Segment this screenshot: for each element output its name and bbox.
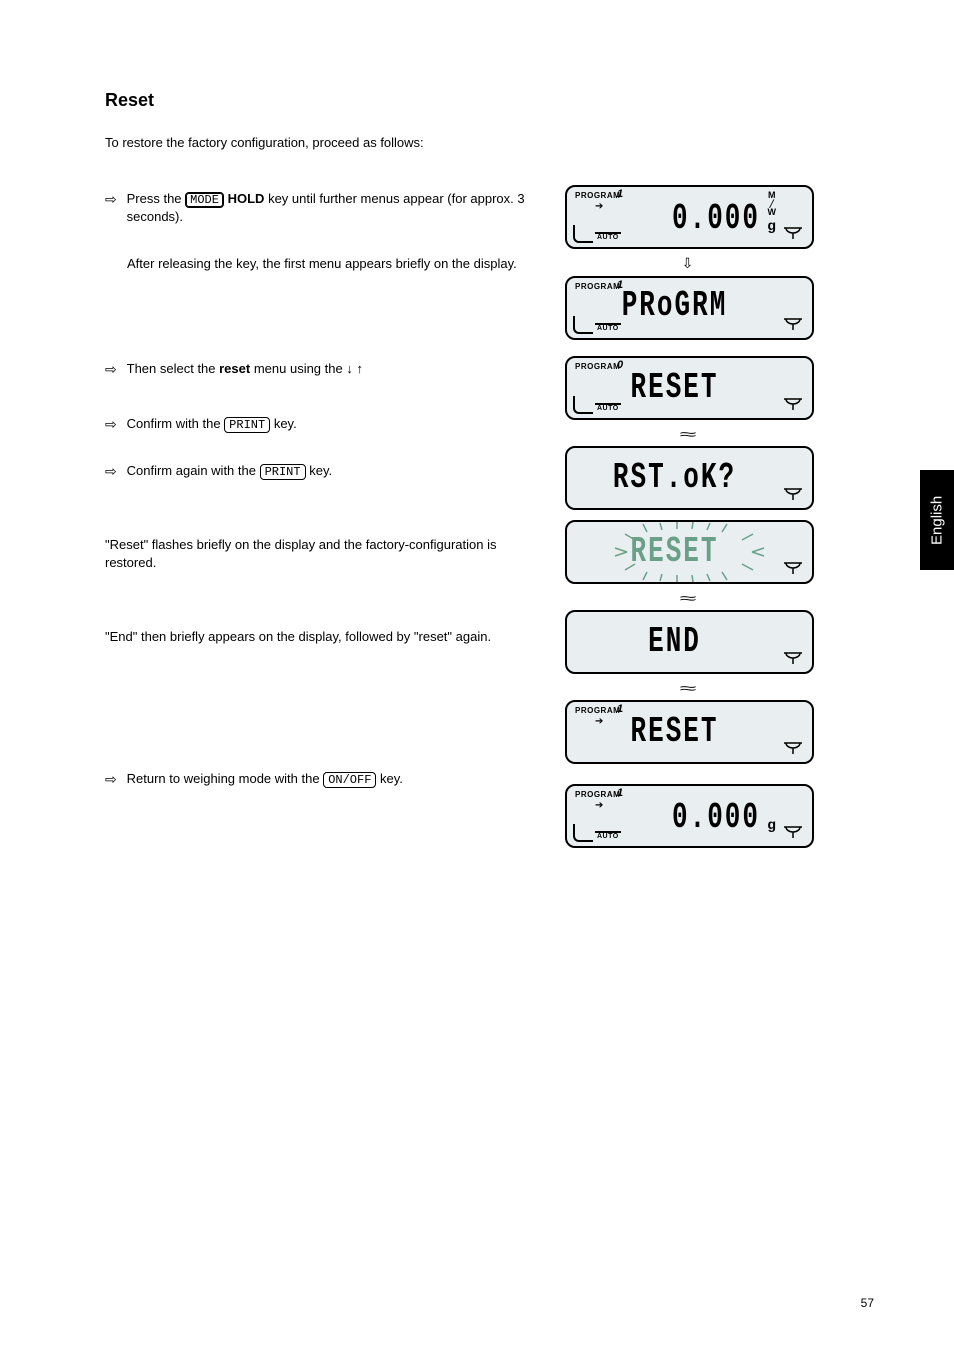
lcd-screen-progrm: PROGRAM 1 AUTO PRoGRM [565, 276, 814, 340]
step-d: ⇨ Confirm again with the PRINT key. [105, 462, 537, 481]
step-a-pre: Press the [127, 191, 186, 206]
arrow-right-icon: ➔ [595, 201, 603, 212]
arrow-right-icon: ➔ [595, 800, 603, 811]
hold-keyword: HOLD [228, 191, 265, 206]
step-b-bold: reset [219, 361, 250, 376]
weigh-below-icon [782, 396, 804, 412]
bullet-arrow-icon: ⇨ [105, 415, 123, 434]
weigh-below-icon [782, 740, 804, 756]
step-c: ⇨ Confirm with the PRINT key. [105, 415, 537, 434]
bullet-arrow-icon: ⇨ [105, 462, 123, 481]
step-return: ⇨ Return to weighing mode with the ON/OF… [105, 770, 537, 789]
return-pre: Return to weighing mode with the [127, 771, 324, 786]
w-indicator: W [768, 207, 777, 217]
program-number: 1 [617, 188, 623, 200]
bullet-arrow-icon: ⇨ [105, 770, 123, 789]
step-a: ⇨ Press the MODE HOLD key until further … [105, 190, 537, 226]
return-post: key. [380, 771, 403, 786]
bullet-arrow-icon: ⇨ [105, 360, 123, 379]
m-indicator: M [768, 190, 776, 200]
language-tab: English [920, 470, 954, 570]
weigh-below-icon [782, 650, 804, 666]
unit-g: g [767, 816, 776, 832]
print-key: PRINT [260, 464, 306, 480]
weigh-below-icon [782, 316, 804, 332]
lcd-screen-rstok: RST.oK? [565, 446, 814, 510]
auto-label: AUTO [595, 831, 621, 840]
weigh-below-icon [782, 560, 804, 576]
step-b-post: menu using the [254, 361, 347, 376]
double-chevron-connector-icon: ≈ [565, 590, 810, 606]
page-number: 57 [861, 1296, 874, 1310]
lcd-screen-zero: PROGRAM 1 ➔ AUTO M╱W g 0.000 [565, 185, 814, 249]
lcd-value-flashing: RESET [567, 530, 812, 572]
lcd-value: RESET [567, 710, 812, 752]
double-chevron-connector-icon: ≈ [565, 680, 810, 696]
print-key: PRINT [224, 417, 270, 433]
note-end: "End" then briefly appears on the displa… [105, 628, 545, 646]
bracket-icon [573, 824, 593, 842]
up-arrow-icon: ↑ [356, 361, 363, 376]
step-a-note: After releasing the key, the first menu … [127, 255, 537, 273]
step-c-pre: Confirm with the [127, 416, 225, 431]
intro-text: To restore the factory configuration, pr… [105, 135, 424, 150]
program-label: PROGRAM [575, 191, 620, 200]
bullet-arrow-icon: ⇨ [105, 190, 123, 209]
weigh-below-icon [782, 824, 804, 840]
lcd-sequence: PROGRAM 1 ➔ AUTO M╱W g 0.000 ⇩ PROGRAM 1… [565, 185, 810, 854]
lcd-value: PRoGRM [567, 284, 812, 326]
step-c-post: key. [274, 416, 297, 431]
weigh-below-icon [782, 225, 804, 241]
lcd-value: RST.oK? [567, 456, 812, 498]
lcd-screen-zero-final: PROGRAM 1 ➔ AUTO g 0.000 [565, 784, 814, 848]
lcd-value: 0.000 [672, 796, 760, 838]
down-arrow-connector-icon: ⇩ [565, 255, 810, 272]
bracket-icon [573, 225, 593, 243]
lcd-screen-end: END [565, 610, 814, 674]
lcd-value: END [567, 620, 812, 662]
lcd-value: RESET [567, 366, 812, 408]
mode-key: MODE [185, 192, 224, 208]
step-b: ⇨ Then select the reset menu using the ↓… [105, 360, 537, 379]
program-label: PROGRAM [575, 790, 620, 799]
unit-g: g [767, 217, 776, 233]
note-reset-flash: "Reset" flashes briefly on the display a… [105, 536, 545, 571]
step-d-pre: Confirm again with the [127, 463, 260, 478]
lcd-screen-reset: PROGRAM 0 AUTO RESET [565, 356, 814, 420]
double-chevron-connector-icon: ≈ [565, 426, 810, 442]
program-number: 1 [617, 787, 623, 799]
onoff-key: ON/OFF [323, 772, 376, 788]
lcd-value: 0.000 [672, 197, 760, 239]
weigh-below-icon [782, 486, 804, 502]
auto-label: AUTO [595, 232, 621, 241]
lcd-screen-reset-flash: RESET [565, 520, 814, 584]
lcd-screen-reset-again: PROGRAM 1 ➔ RESET [565, 700, 814, 764]
section-heading: Reset [105, 90, 154, 111]
step-d-post: key. [309, 463, 332, 478]
down-arrow-icon: ↓ [346, 361, 353, 376]
step-b-pre: Then select the [127, 361, 220, 376]
